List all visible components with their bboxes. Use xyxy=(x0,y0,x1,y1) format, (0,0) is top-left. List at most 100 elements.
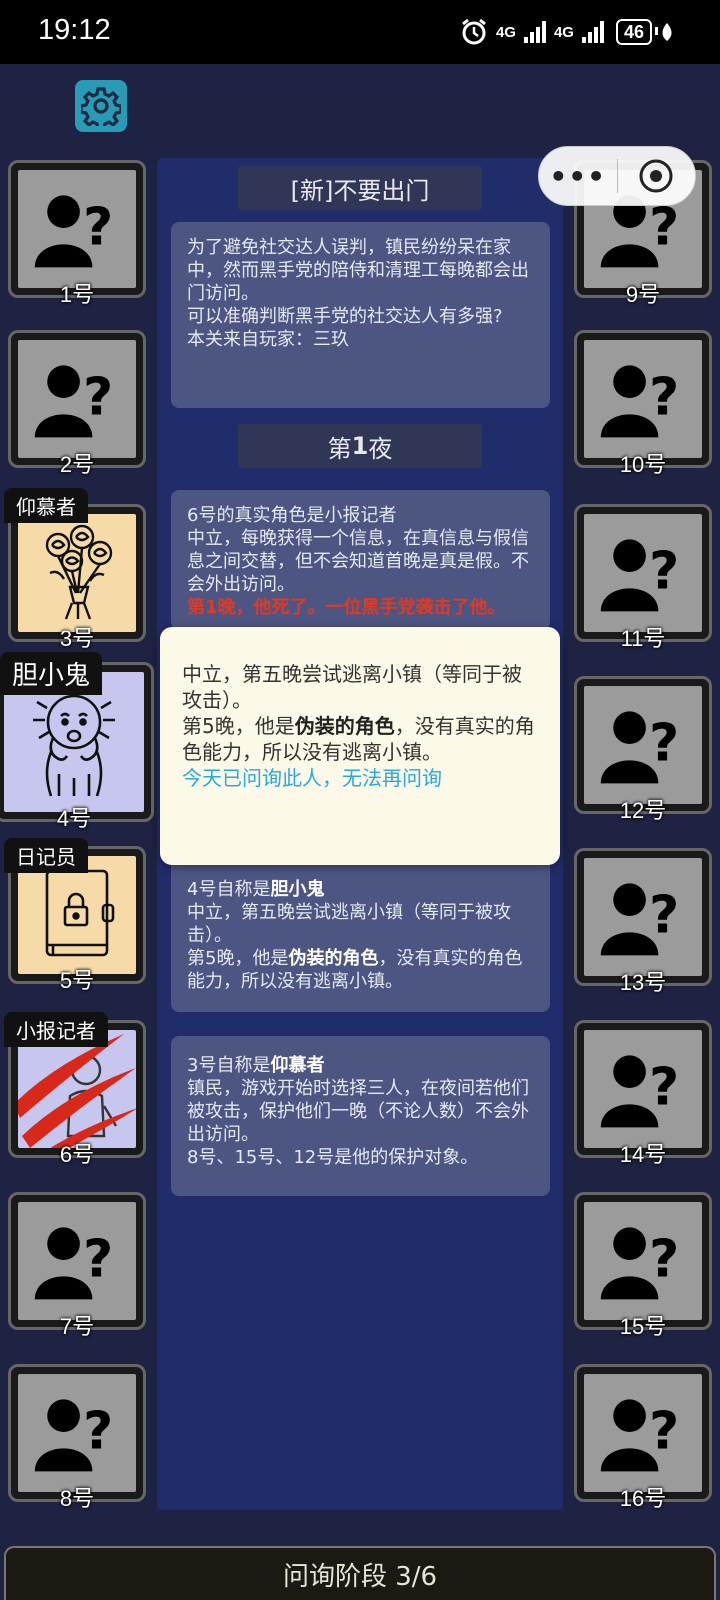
player-number: 1号 xyxy=(59,282,95,307)
level-description-card: 为了避免社交达人误判，镇民纷纷呆在家中，然而黑手党的陪侍和清理工每晚都会出门访问… xyxy=(171,222,550,408)
battery-icon: 46 xyxy=(615,19,658,45)
player-tile-14[interactable]: ? 14号 xyxy=(574,1020,712,1167)
claimed-role: 仰慕者 xyxy=(270,1055,325,1076)
unknown-player-icon: ? xyxy=(600,1399,679,1472)
signal-icon-2 xyxy=(581,21,604,43)
scared-face-icon xyxy=(33,694,115,797)
message-card-player-6: 6号的真实角色是小报记者 中立，每晚获得一个信息，在真信息与假信息之间交替，但不… xyxy=(171,490,550,630)
player-tile-1[interactable]: ? 1号 xyxy=(8,160,146,307)
player-number: 11号 xyxy=(620,626,666,651)
claim-prefix: 4号自称是 xyxy=(187,879,271,900)
result-prefix: 第5晚，他是 xyxy=(187,948,289,969)
player-number: 2号 xyxy=(59,452,95,477)
player-number: 4号 xyxy=(56,806,92,831)
message-card-player-3: 3号自称是仰慕者 镇民，游戏开始时选择三人，在夜间若他们被攻击，保护他们一晚（不… xyxy=(171,1036,550,1196)
player-tile-13[interactable]: ? 13号 xyxy=(574,848,712,995)
night-number: 1 xyxy=(351,432,369,460)
night-title-prefix: 第 xyxy=(327,434,352,463)
popup-result-prefix: 第5晚，他是 xyxy=(182,714,295,738)
night-title: 第1夜 xyxy=(238,424,482,468)
svg-text:?: ? xyxy=(83,1229,113,1289)
player-number: 3号 xyxy=(59,626,95,651)
player-tile-8[interactable]: ? 8号 xyxy=(8,1364,146,1511)
player-number: 15号 xyxy=(619,1314,667,1339)
role-tag-player-3: 仰慕者 xyxy=(4,488,88,523)
unknown-player-icon: ? xyxy=(600,539,679,612)
level-description-line: 可以准确判断黑手党的社交达人有多强? xyxy=(187,306,503,327)
unknown-player-icon: ? xyxy=(600,1055,679,1128)
claw-mark-icon xyxy=(18,1034,136,1148)
locked-diary-icon xyxy=(45,869,115,957)
player-number: 16号 xyxy=(619,1486,667,1511)
message-body: 中立，每晚获得一个信息，在真信息与假信息之间交替，但不会知道首晚是真是假。不会外… xyxy=(187,528,529,595)
player-tile-3[interactable]: 3号 xyxy=(8,504,146,651)
player-number: 14号 xyxy=(619,1142,667,1167)
unknown-player-icon: ? xyxy=(34,365,113,438)
message-body: 中立，第五晚尝试逃离小镇（等同于被攻击）。 xyxy=(187,902,511,946)
svg-text:?: ? xyxy=(83,1401,113,1461)
player-tile-16[interactable]: ? 16号 xyxy=(574,1364,712,1511)
gear-icon xyxy=(81,87,121,126)
player-tile-11[interactable]: ? 11号 xyxy=(574,504,712,651)
player-tile-7[interactable]: ? 7号 xyxy=(8,1192,146,1339)
unknown-player-icon: ? xyxy=(34,1399,113,1472)
miniprogram-capsule: ••• xyxy=(538,146,696,206)
svg-text:?: ? xyxy=(649,1401,679,1461)
target-close-icon xyxy=(639,159,673,193)
player-number: 6号 xyxy=(59,1142,95,1167)
player-number: 10号 xyxy=(619,452,667,477)
level-title: [新]不要出门 xyxy=(238,166,482,210)
popup-line: 中立，第五晚尝试逃离小镇（等同于被攻击）。 xyxy=(182,662,522,712)
clock: 19:12 xyxy=(38,14,111,46)
player-tile-10[interactable]: ? 10号 xyxy=(574,330,712,477)
signal-icon xyxy=(523,21,546,43)
svg-text:?: ? xyxy=(83,367,113,427)
role-info-popup[interactable]: 中立，第五晚尝试逃离小镇（等同于被攻击）。 第5晚，他是伪装的角色，没有真实的角… xyxy=(160,627,560,865)
svg-text:?: ? xyxy=(649,367,679,427)
popup-result-highlight: 伪装的角色 xyxy=(294,714,395,738)
role-tag-player-6: 小报记者 xyxy=(4,1012,108,1047)
svg-text:?: ? xyxy=(649,1057,679,1117)
unknown-player-icon: ? xyxy=(34,1227,113,1300)
battery-level: 46 xyxy=(615,19,652,45)
player-tile-2[interactable]: ? 2号 xyxy=(8,330,146,477)
network-type-label: 4G xyxy=(495,23,516,41)
network-type-label-2: 4G xyxy=(553,23,574,41)
leaf-icon xyxy=(662,23,672,41)
unknown-player-icon: ? xyxy=(600,883,679,956)
role-tag-player-4: 胆小鬼 xyxy=(0,652,103,695)
svg-text:?: ? xyxy=(649,1229,679,1289)
svg-text:?: ? xyxy=(649,197,679,257)
more-options-button[interactable]: ••• xyxy=(539,160,617,193)
result-highlight: 伪装的角色 xyxy=(288,948,379,969)
message-attack-result: 第1晚，他死了。一位黑手党袭击了他。 xyxy=(187,597,506,618)
message-body: 8号、15号、12号是他的保护对象。 xyxy=(187,1147,479,1168)
phase-indicator: 问询阶段 3/6 xyxy=(4,1546,716,1600)
message-heading: 6号的真实角色是小报记者 xyxy=(187,505,397,526)
settings-button[interactable] xyxy=(75,80,127,132)
svg-text:?: ? xyxy=(649,713,679,773)
alarm-icon xyxy=(462,18,486,45)
player-number: 5号 xyxy=(59,968,95,993)
player-number: 8号 xyxy=(59,1486,95,1511)
svg-text:?: ? xyxy=(83,197,113,257)
player-tile-15[interactable]: ? 15号 xyxy=(574,1192,712,1339)
flower-bouquet-icon xyxy=(45,524,113,620)
unknown-player-icon: ? xyxy=(600,711,679,784)
night-title-suffix: 夜 xyxy=(368,434,393,463)
svg-text:?: ? xyxy=(649,885,679,945)
close-miniprogram-button[interactable] xyxy=(618,158,696,194)
message-body: 镇民，游戏开始时选择三人，在夜间若他们被攻击，保护他们一晚（不论人数）不会外出访… xyxy=(187,1078,529,1145)
level-description-line: 本关来自玩家：三玖 xyxy=(187,329,349,350)
unknown-player-icon: ? xyxy=(600,1227,679,1300)
unknown-player-icon: ? xyxy=(600,365,679,438)
popup-note: 今天已问询此人，无法再问询 xyxy=(182,766,442,790)
status-bar: 19:12 4G 4G 46 xyxy=(0,0,720,64)
level-description-line: 为了避免社交达人误判，镇民纷纷呆在家中，然而黑手党的陪侍和清理工每晚都会出门访问… xyxy=(187,237,529,304)
status-icons: 4G 4G 46 xyxy=(460,18,674,46)
svg-text:?: ? xyxy=(649,541,679,601)
claimed-role: 胆小鬼 xyxy=(270,879,325,900)
player-tile-12[interactable]: ? 12号 xyxy=(574,676,712,823)
message-card-player-4: 4号自称是胆小鬼 中立，第五晚尝试逃离小镇（等同于被攻击）。 第5晚，他是伪装的… xyxy=(171,856,550,1012)
player-number: 12号 xyxy=(619,798,667,823)
